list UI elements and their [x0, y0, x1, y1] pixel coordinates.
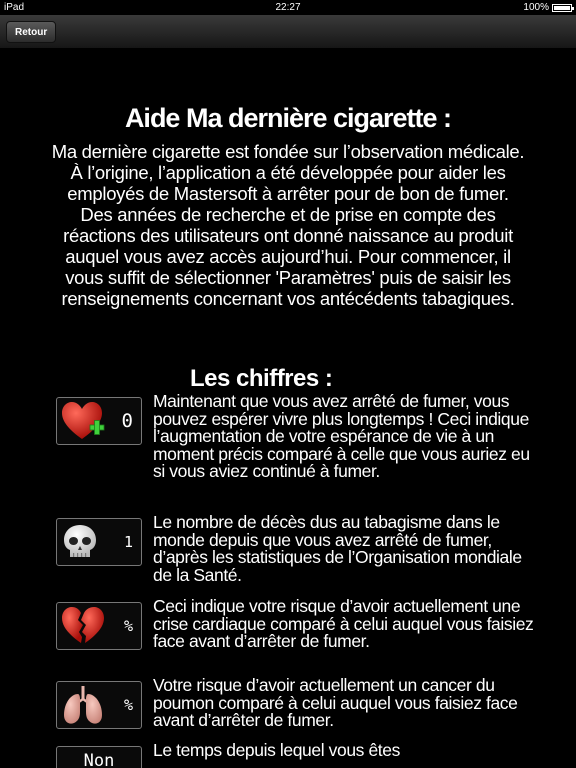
battery-icon	[552, 3, 574, 12]
figure-value: %	[123, 696, 133, 714]
figure-description: Le nombre de décès dus au tabagisme dans…	[153, 512, 522, 585]
back-button[interactable]: Retour	[6, 21, 57, 43]
battery-indicator: 100%	[523, 0, 574, 15]
heart-plus-icon	[62, 402, 105, 439]
figure-description: Ceci indique votre risque d’avoir actuel…	[153, 596, 534, 651]
battery-percent: 100%	[523, 2, 549, 13]
clock: 22:27	[275, 2, 301, 13]
broken-heart-icon	[62, 607, 104, 643]
figure-box: %	[56, 681, 142, 729]
skull-icon	[64, 525, 96, 557]
figure-description: Votre risque d’avoir actuellement un can…	[153, 675, 518, 730]
navigation-bar: Retour	[0, 15, 576, 49]
figures-heading: Les chiffres :	[190, 365, 333, 392]
figure-box: %	[56, 602, 142, 650]
lungs-icon	[64, 686, 102, 724]
help-content[interactable]: Aide Ma dernière cigarette : Ma dernière…	[0, 48, 576, 768]
status-bar: iPad 22:27 100%	[0, 0, 576, 15]
figure-value: 0	[121, 410, 133, 432]
figure-description: Maintenant que vous avez arrêté de fumer…	[153, 391, 530, 481]
figure-box: 1	[56, 518, 142, 566]
figure-value: 1	[123, 533, 133, 551]
figure-description: Le temps depuis lequel vous êtes	[153, 740, 400, 760]
figure-box: 0	[56, 397, 142, 445]
figure-value: %	[123, 617, 133, 635]
page-title: Aide Ma dernière cigarette :	[124, 103, 452, 133]
figure-value: Non	[83, 751, 115, 768]
intro-paragraph: Ma dernière cigarette est fondée sur l’o…	[51, 141, 525, 309]
figure-box: Non	[56, 746, 142, 768]
